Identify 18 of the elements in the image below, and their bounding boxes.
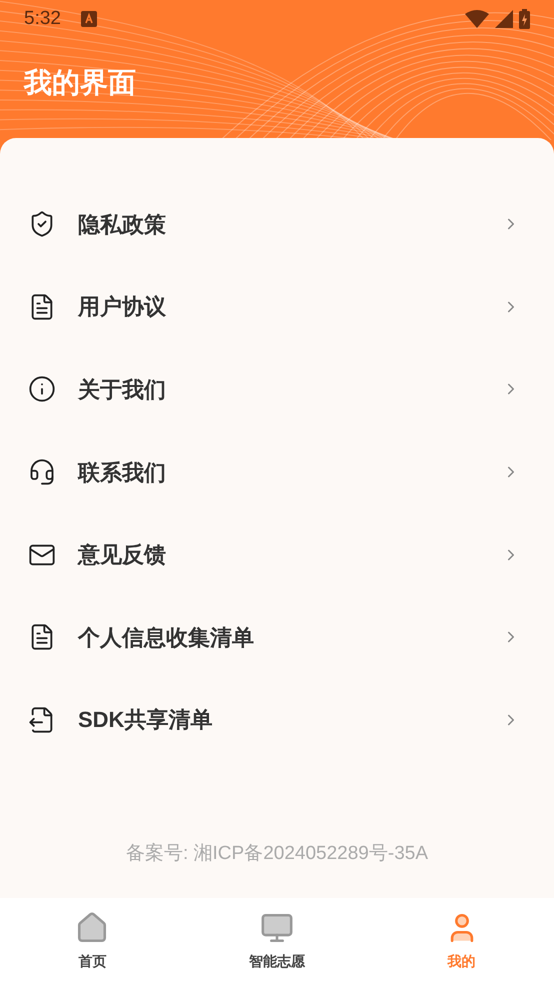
menu-item[interactable]: 意见反馈 (0, 513, 554, 596)
menu-item[interactable]: 隐私政策 (0, 183, 554, 266)
menu-item[interactable]: 联系我们 (0, 430, 554, 514)
menu-item[interactable]: SDK共享清单 (0, 678, 554, 762)
wifi-icon (465, 10, 489, 28)
footer-text: 备案号: 湘ICP备2024052289号-35A (126, 842, 428, 866)
menu-item[interactable]: 用户协议 (0, 266, 554, 348)
page-title: 我的界面 (24, 66, 136, 100)
info-icon (28, 375, 56, 404)
battery-icon (519, 9, 530, 29)
keyboard-icon (80, 11, 97, 27)
menu-item[interactable]: 个人信息收集清单 (0, 596, 554, 679)
status-time: 5:32 (24, 6, 61, 31)
headset-icon (28, 458, 56, 486)
signal-icon (495, 10, 513, 28)
tab[interactable]: 智能志愿 (184, 898, 370, 984)
menu-item[interactable]: 关于我们 (0, 348, 554, 431)
tab[interactable]: 首页 (0, 898, 185, 984)
